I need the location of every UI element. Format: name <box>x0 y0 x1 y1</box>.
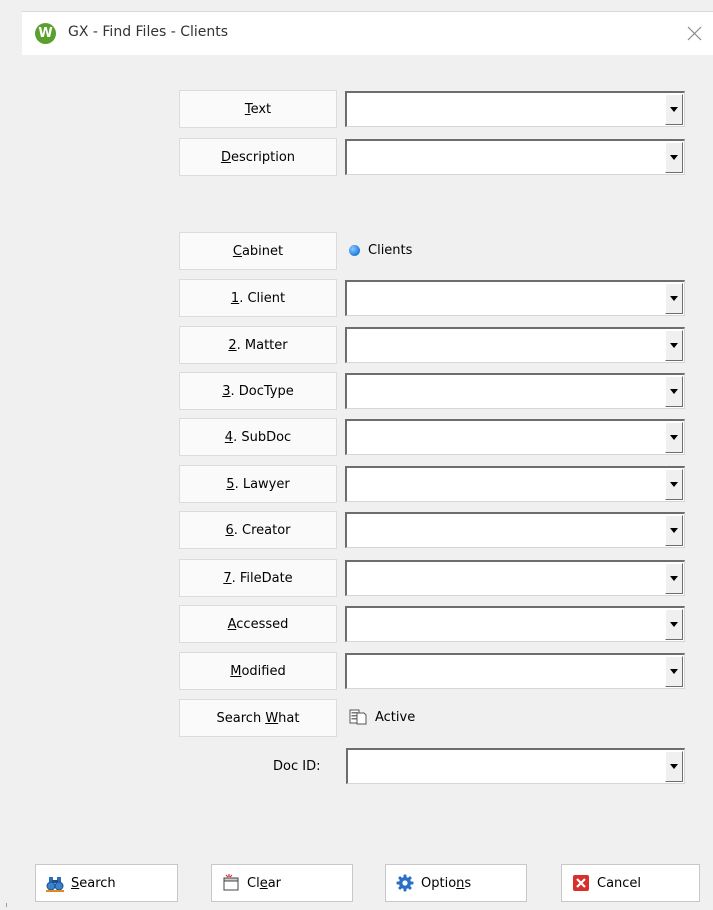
subdoc-dropdown-button[interactable] <box>665 422 683 453</box>
text-dropdown-button[interactable] <box>665 94 683 125</box>
clear-button[interactable]: Clear <box>211 864 353 902</box>
cancel-button[interactable]: Cancel <box>561 864 700 902</box>
chevron-down-icon <box>670 296 678 301</box>
accessed-label: Accessed <box>227 616 289 632</box>
close-button[interactable] <box>675 16 713 50</box>
creator-label-button[interactable]: 6. Creator <box>179 511 337 549</box>
search-what-label-button[interactable]: Search What <box>179 699 337 737</box>
doctype-label: 3. DocType <box>222 383 294 399</box>
description-label-button[interactable]: Description <box>179 138 337 176</box>
search-what-label: Search What <box>216 710 300 726</box>
search-what-value-text: Active <box>375 709 416 725</box>
doctype-combobox[interactable] <box>345 373 685 409</box>
client-label-button[interactable]: 1. Client <box>179 279 337 317</box>
client-combobox[interactable] <box>345 280 685 316</box>
chevron-down-icon <box>670 155 678 160</box>
text-label: Text <box>244 101 272 117</box>
chevron-down-icon <box>670 576 678 581</box>
clear-form-icon <box>222 874 240 892</box>
creator-combobox[interactable] <box>345 512 685 548</box>
window-edge-mark <box>6 903 7 907</box>
doc-id-combobox[interactable] <box>346 748 685 784</box>
accessed-combobox[interactable] <box>345 606 685 642</box>
chevron-down-icon <box>670 528 678 533</box>
description-label: Description <box>220 149 296 165</box>
doctype-dropdown-button[interactable] <box>665 376 683 407</box>
options-button[interactable]: Options <box>385 864 527 902</box>
cabinet-value-text: Clients <box>368 243 413 258</box>
matter-label-button[interactable]: 2. Matter <box>179 326 337 364</box>
filedate-combobox[interactable] <box>345 560 685 596</box>
text-combobox[interactable] <box>345 91 685 127</box>
matter-label: 2. Matter <box>228 337 288 353</box>
search-button[interactable]: Search <box>35 864 178 902</box>
modified-combobox[interactable] <box>345 653 685 689</box>
chevron-down-icon <box>670 764 678 769</box>
modified-label-button[interactable]: Modified <box>179 652 337 690</box>
lawyer-dropdown-button[interactable] <box>665 469 683 500</box>
chevron-down-icon <box>670 107 678 112</box>
cabinet-radio-icon <box>349 245 360 256</box>
chevron-down-icon <box>670 389 678 394</box>
cancel-button-label: Cancel <box>597 875 642 891</box>
accessed-label-button[interactable]: Accessed <box>179 605 337 643</box>
description-combobox[interactable] <box>345 139 685 175</box>
subdoc-label: 4. SubDoc <box>224 429 292 445</box>
accessed-dropdown-button[interactable] <box>665 609 683 640</box>
subdoc-label-button[interactable]: 4. SubDoc <box>179 418 337 456</box>
cabinet-value: Clients <box>349 243 412 258</box>
chevron-down-icon <box>670 435 678 440</box>
close-icon <box>687 26 701 40</box>
search-what-value: Active <box>349 709 415 725</box>
options-button-label: Options <box>421 875 472 891</box>
modified-dropdown-button[interactable] <box>665 656 683 687</box>
client-label: 1. Client <box>230 290 286 306</box>
window-title: GX - Find Files - Clients <box>68 24 229 40</box>
subdoc-combobox[interactable] <box>345 419 685 455</box>
creator-dropdown-button[interactable] <box>665 515 683 546</box>
doctype-label-button[interactable]: 3. DocType <box>179 372 337 410</box>
modified-label: Modified <box>230 663 286 679</box>
cancel-x-icon <box>572 874 590 892</box>
gear-icon <box>396 874 414 892</box>
matter-combobox[interactable] <box>345 327 685 363</box>
chevron-down-icon <box>670 622 678 627</box>
doc-id-label: Doc ID: <box>273 759 321 774</box>
chevron-down-icon <box>670 343 678 348</box>
filedate-label: 7. FileDate <box>223 570 293 586</box>
title-bar: W GX - Find Files - Clients <box>22 11 713 55</box>
client-dropdown-button[interactable] <box>665 283 683 314</box>
cabinet-label: Cabinet <box>232 243 284 259</box>
chevron-down-icon <box>670 669 678 674</box>
filedate-label-button[interactable]: 7. FileDate <box>179 559 337 597</box>
description-dropdown-button[interactable] <box>665 142 683 173</box>
search-button-label: Search <box>71 875 116 891</box>
filedate-dropdown-button[interactable] <box>665 563 683 594</box>
app-logo-icon: W <box>35 23 56 44</box>
chevron-down-icon <box>670 482 678 487</box>
text-label-button[interactable]: Text <box>179 90 337 128</box>
creator-label: 6. Creator <box>225 522 291 538</box>
lawyer-label: 5. Lawyer <box>226 476 290 492</box>
document-pages-icon <box>349 709 367 725</box>
clear-button-label: Clear <box>247 875 282 891</box>
binoculars-icon <box>46 874 64 892</box>
matter-dropdown-button[interactable] <box>665 330 683 361</box>
lawyer-label-button[interactable]: 5. Lawyer <box>179 465 337 503</box>
doc-id-dropdown-button[interactable] <box>665 751 683 782</box>
lawyer-combobox[interactable] <box>345 466 685 502</box>
cabinet-label-button[interactable]: Cabinet <box>179 232 337 270</box>
